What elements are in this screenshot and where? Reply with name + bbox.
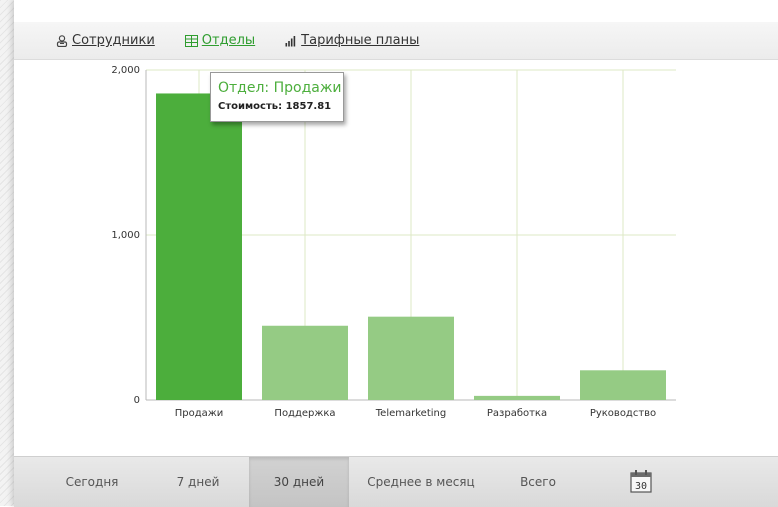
y-tick-label: 1,000 — [111, 230, 140, 241]
x-tick-label: Руководство — [590, 408, 656, 419]
panel-notch — [156, 0, 182, 12]
period-today-button[interactable]: Сегодня — [36, 457, 148, 507]
tariff-plans-icon — [285, 35, 297, 47]
x-tick-label: Поддержка — [274, 408, 335, 419]
tooltip-title: Отдел: Продажи — [218, 80, 342, 96]
period-30-days-button[interactable]: 30 дней — [249, 457, 349, 507]
calendar-day: 30 — [635, 481, 647, 492]
calendar-button[interactable]: 30 — [630, 469, 652, 496]
tooltip-value: Стоимость: 1857.81 — [218, 101, 332, 112]
bar-1[interactable] — [262, 325, 348, 400]
view-tabs: Сотрудники Отделы Тарифные планы — [14, 22, 778, 60]
x-tick-label: Telemarketing — [375, 408, 446, 419]
x-tick-label: Продажи — [175, 408, 224, 419]
tab-departments-label: Отделы — [201, 33, 256, 48]
tab-employees[interactable]: Сотрудники — [56, 33, 155, 48]
chart-tooltip: Отдел: Продажи Стоимость: 1857.81 — [210, 72, 344, 122]
period-7-days-button[interactable]: 7 дней — [148, 457, 248, 507]
y-tick-label: 2,000 — [111, 65, 140, 76]
y-tick-label: 0 — [134, 395, 140, 406]
bar-2[interactable] — [368, 316, 454, 400]
calendar-icon: 30 — [630, 470, 652, 493]
period-monthly-average-button[interactable]: Среднее в месяц — [352, 457, 490, 507]
tab-tariff-plans-label: Тарифные планы — [301, 33, 420, 48]
tab-employees-label: Сотрудники — [72, 33, 155, 48]
departments-cost-chart: 0 1,000 2,000 Продажи Поддержка Telemarketing… — [111, 65, 676, 419]
employees-icon — [56, 34, 68, 47]
bar-0[interactable] — [156, 93, 242, 400]
tab-departments[interactable]: Отделы — [184, 33, 256, 48]
tab-tariff-plans[interactable]: Тарифные планы — [285, 33, 419, 48]
bar-4[interactable] — [580, 370, 666, 400]
departments-icon — [184, 34, 198, 47]
bar-3[interactable] — [474, 395, 560, 400]
period-bar: Сегодня 7 дней 30 дней Среднее в месяц В… — [14, 456, 778, 507]
chart-area: 0 1,000 2,000 Продажи Поддержка Telemarketing… — [14, 60, 778, 436]
period-total-button[interactable]: Всего — [494, 457, 582, 507]
x-tick-label: Разработка — [487, 408, 547, 419]
main-panel: Сотрудники Отделы Тарифные планы 0 1,000… — [14, 0, 778, 507]
